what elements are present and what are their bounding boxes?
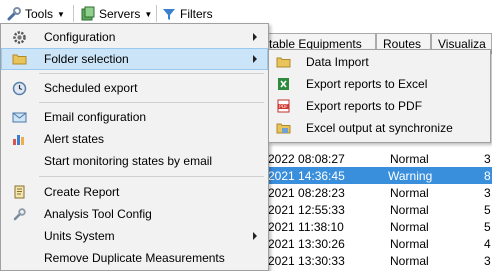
value-cell: 5: [484, 203, 491, 217]
table-row[interactable]: 2021 13:30:33 Normal 3: [262, 252, 492, 269]
menu-item-alert-states[interactable]: Alert states: [1, 128, 268, 150]
submenu-item-export-excel[interactable]: Export reports to Excel: [269, 73, 490, 95]
toolbar-separator: [156, 5, 157, 22]
menu-separator: [39, 176, 264, 177]
table-row[interactable]: 2021 14:36:45 Warning 8: [262, 167, 492, 184]
excel-icon: [276, 77, 291, 91]
submenu-item-data-import[interactable]: Data Import: [269, 51, 490, 73]
menu-separator: [39, 73, 264, 74]
table-row[interactable]: 2021 11:38:10 Normal 5: [262, 218, 492, 235]
submenu-arrow-icon: [253, 232, 257, 240]
table-row[interactable]: 2021 13:30:26 Normal 4: [262, 235, 492, 252]
status-cell: Normal: [390, 237, 429, 251]
menu-item-label: Scheduled export: [44, 81, 138, 95]
submenu-item-label: Export reports to PDF: [306, 99, 423, 113]
report-icon: [12, 185, 27, 199]
chevron-down-icon: ▼: [57, 9, 65, 19]
chevron-down-icon: ▼: [144, 9, 153, 19]
date-cell: 2021 12:55:33: [268, 203, 345, 217]
tools-menu-button[interactable]: Tools ▼: [6, 4, 65, 24]
menu-item-start-monitoring[interactable]: Start monitoring states by email: [1, 150, 268, 172]
date-cell: 2021 14:36:45: [268, 169, 345, 183]
gear-icon: [12, 30, 27, 44]
submenu-arrow-icon: [253, 55, 257, 63]
menu-item-folder-selection[interactable]: Folder selection: [1, 48, 268, 70]
value-cell: 3: [484, 152, 491, 166]
value-cell: 3: [484, 186, 491, 200]
toolbar-separator: [73, 5, 74, 22]
servers-icon: [80, 6, 96, 22]
value-cell: 5: [484, 220, 491, 234]
menu-item-label: Email configuration: [44, 110, 147, 124]
menu-item-label: Folder selection: [44, 52, 129, 66]
value-cell: 4: [484, 237, 491, 251]
folder-icon: [12, 52, 27, 66]
menu-item-label: Remove Duplicate Measurements: [44, 251, 225, 265]
table-row[interactable]: 2022 08:08:27 Normal 3: [262, 150, 492, 167]
wrench-icon: [12, 207, 27, 221]
status-cell: Normal: [390, 220, 429, 234]
value-cell: 8: [484, 169, 491, 183]
folder-icon: [276, 121, 291, 135]
folder-selection-submenu: Data Import Export reports to Excel PDF …: [268, 49, 491, 143]
svg-text:PDF: PDF: [279, 104, 288, 110]
servers-label: Servers: [99, 7, 141, 21]
date-cell: 2021 08:28:23: [268, 186, 345, 200]
menu-item-label: Configuration: [44, 30, 116, 44]
date-cell: 2021 11:38:10: [268, 220, 344, 234]
envelope-icon: [12, 110, 27, 124]
menu-item-label: Units System: [44, 229, 115, 243]
submenu-item-export-pdf[interactable]: PDF Export reports to PDF: [269, 95, 490, 117]
menu-item-email-configuration[interactable]: Email configuration: [1, 106, 268, 128]
pdf-icon: PDF: [276, 99, 291, 113]
menu-item-label: Alert states: [44, 132, 105, 146]
menu-item-label: Analysis Tool Config: [44, 207, 152, 221]
menu-item-scheduled-export[interactable]: Scheduled export: [1, 77, 268, 99]
table-row[interactable]: 2021 12:55:33 Normal 5: [262, 201, 492, 218]
filter-icon: [162, 7, 176, 21]
servers-menu-button[interactable]: Servers ▼: [80, 4, 152, 24]
submenu-item-excel-output[interactable]: Excel output at synchronize: [269, 117, 490, 139]
menu-item-label: Start monitoring states by email: [44, 154, 213, 168]
menu-item-create-report[interactable]: Create Report: [1, 181, 268, 203]
table-row[interactable]: 2021 08:28:23 Normal 3: [262, 184, 492, 201]
bar-chart-icon: [12, 132, 27, 146]
menu-item-analysis-tool-config[interactable]: Analysis Tool Config: [1, 203, 268, 225]
filters-button[interactable]: Filters: [162, 4, 213, 24]
wrench-icon: [6, 6, 22, 22]
menu-item-configuration[interactable]: Configuration: [1, 26, 268, 48]
folder-icon: [276, 55, 291, 69]
tools-dropdown-menu: Configuration Folder selection Scheduled…: [0, 23, 269, 271]
date-cell: 2021 13:30:26: [268, 237, 345, 251]
status-cell: Normal: [390, 186, 429, 200]
status-cell: Normal: [390, 254, 429, 268]
menu-item-label: Create Report: [44, 185, 120, 199]
status-cell: Warning: [388, 169, 433, 183]
submenu-arrow-icon: [253, 33, 257, 41]
date-cell: 2022 08:08:27: [268, 152, 345, 166]
submenu-item-label: Excel output at synchronize: [306, 121, 453, 135]
date-cell: 2021 13:30:33: [268, 254, 345, 268]
submenu-item-label: Export reports to Excel: [306, 77, 428, 91]
menu-item-remove-duplicates[interactable]: Remove Duplicate Measurements: [1, 247, 268, 269]
value-cell: 3: [484, 254, 491, 268]
status-cell: Normal: [390, 152, 429, 166]
filters-label: Filters: [180, 7, 213, 21]
submenu-item-label: Data Import: [306, 55, 369, 69]
tools-label: Tools: [25, 7, 54, 21]
status-cell: Normal: [390, 203, 429, 217]
menu-item-units-system[interactable]: Units System: [1, 225, 268, 247]
clock-icon: [12, 81, 27, 96]
menu-separator: [39, 102, 264, 103]
